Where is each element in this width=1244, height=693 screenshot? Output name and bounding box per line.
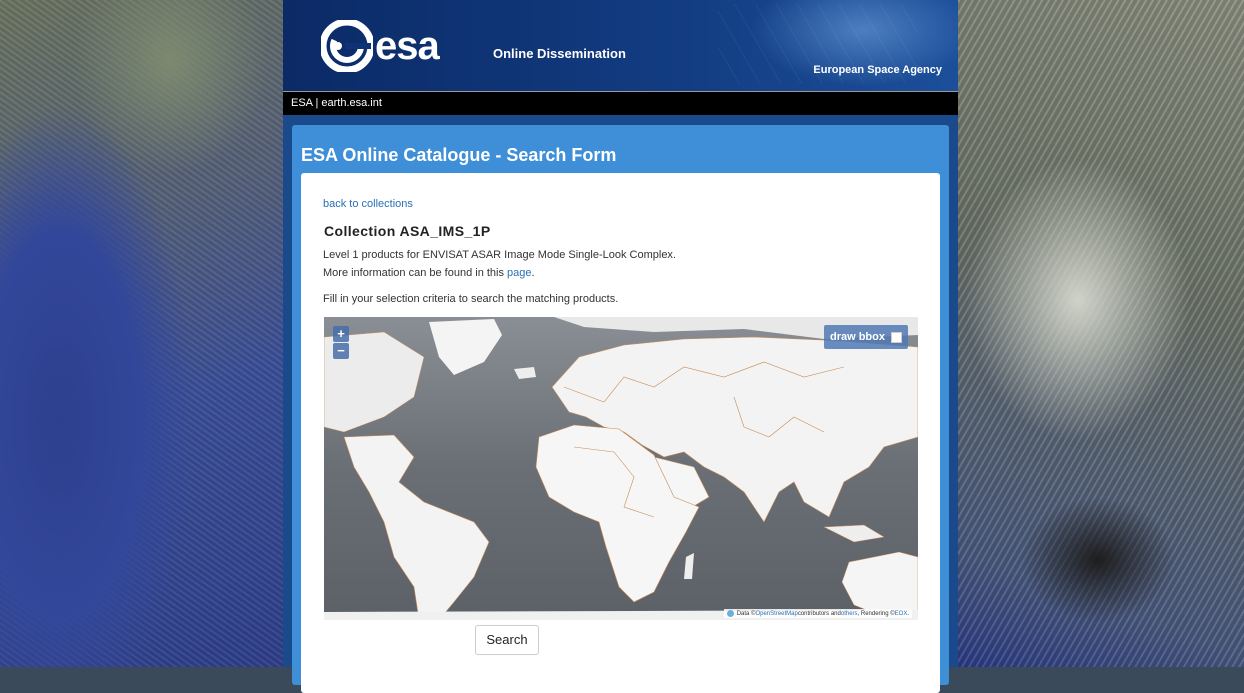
esa-logo-icon [321,20,373,72]
header-banner: esa Online Dissemination European Space … [283,0,958,91]
content-card: back to collections Collection ASA_IMS_1… [301,173,940,693]
more-info-text: More information can be found in this pa… [323,267,535,279]
info-icon [726,610,734,617]
search-panel: ESA Online Catalogue - Search Form back … [292,125,949,693]
header-tagline: Online Dissemination [493,46,626,61]
esa-logo[interactable]: esa [321,20,440,72]
draw-bbox-label: draw bbox [829,331,885,343]
search-button[interactable]: Search [475,625,539,655]
more-info-suffix: . [531,267,535,279]
eox-link[interactable]: EOX [895,611,908,617]
esa-logo-text: esa [375,23,440,68]
breadcrumb[interactable]: ESA | earth.esa.int [291,97,382,109]
collection-description: Level 1 products for ENVISAT ASAR Image … [323,249,676,261]
background-satellite-left [0,0,283,667]
more-info-prefix: More information can be found in this [323,267,508,279]
zoom-out-button[interactable]: − [333,343,349,359]
back-to-collections-link[interactable]: back to collections [323,198,413,210]
openstreetmap-link[interactable]: OpenStreetMap [755,611,797,617]
draw-bbox-checkbox[interactable] [891,331,902,343]
others-link[interactable]: others [841,611,858,617]
attribution-mid: contributors and [797,610,841,617]
bbox-map[interactable]: + − draw bbox Data © OpenStreetMap contr… [324,317,918,620]
attribution-end: . [907,610,909,617]
attribution-prefix: Data © [736,610,756,617]
more-info-page-link[interactable]: page [507,267,531,279]
draw-bbox-control[interactable]: draw bbox [823,325,908,349]
page-title: ESA Online Catalogue - Search Form [301,145,617,165]
world-map-image [324,317,918,620]
collection-title: Collection ASA_IMS_1P [324,223,491,239]
main-column: esa Online Dissemination European Space … [283,0,958,693]
map-attribution: Data © OpenStreetMap contributors and ot… [723,609,912,618]
top-bar: ESA | earth.esa.int [283,91,958,115]
zoom-in-button[interactable]: + [333,326,349,342]
agency-name: European Space Agency [813,64,942,76]
instruction-text: Fill in your selection criteria to searc… [323,293,619,305]
attribution-rendering: , Rendering © [857,610,895,617]
background-satellite-right [958,0,1244,667]
